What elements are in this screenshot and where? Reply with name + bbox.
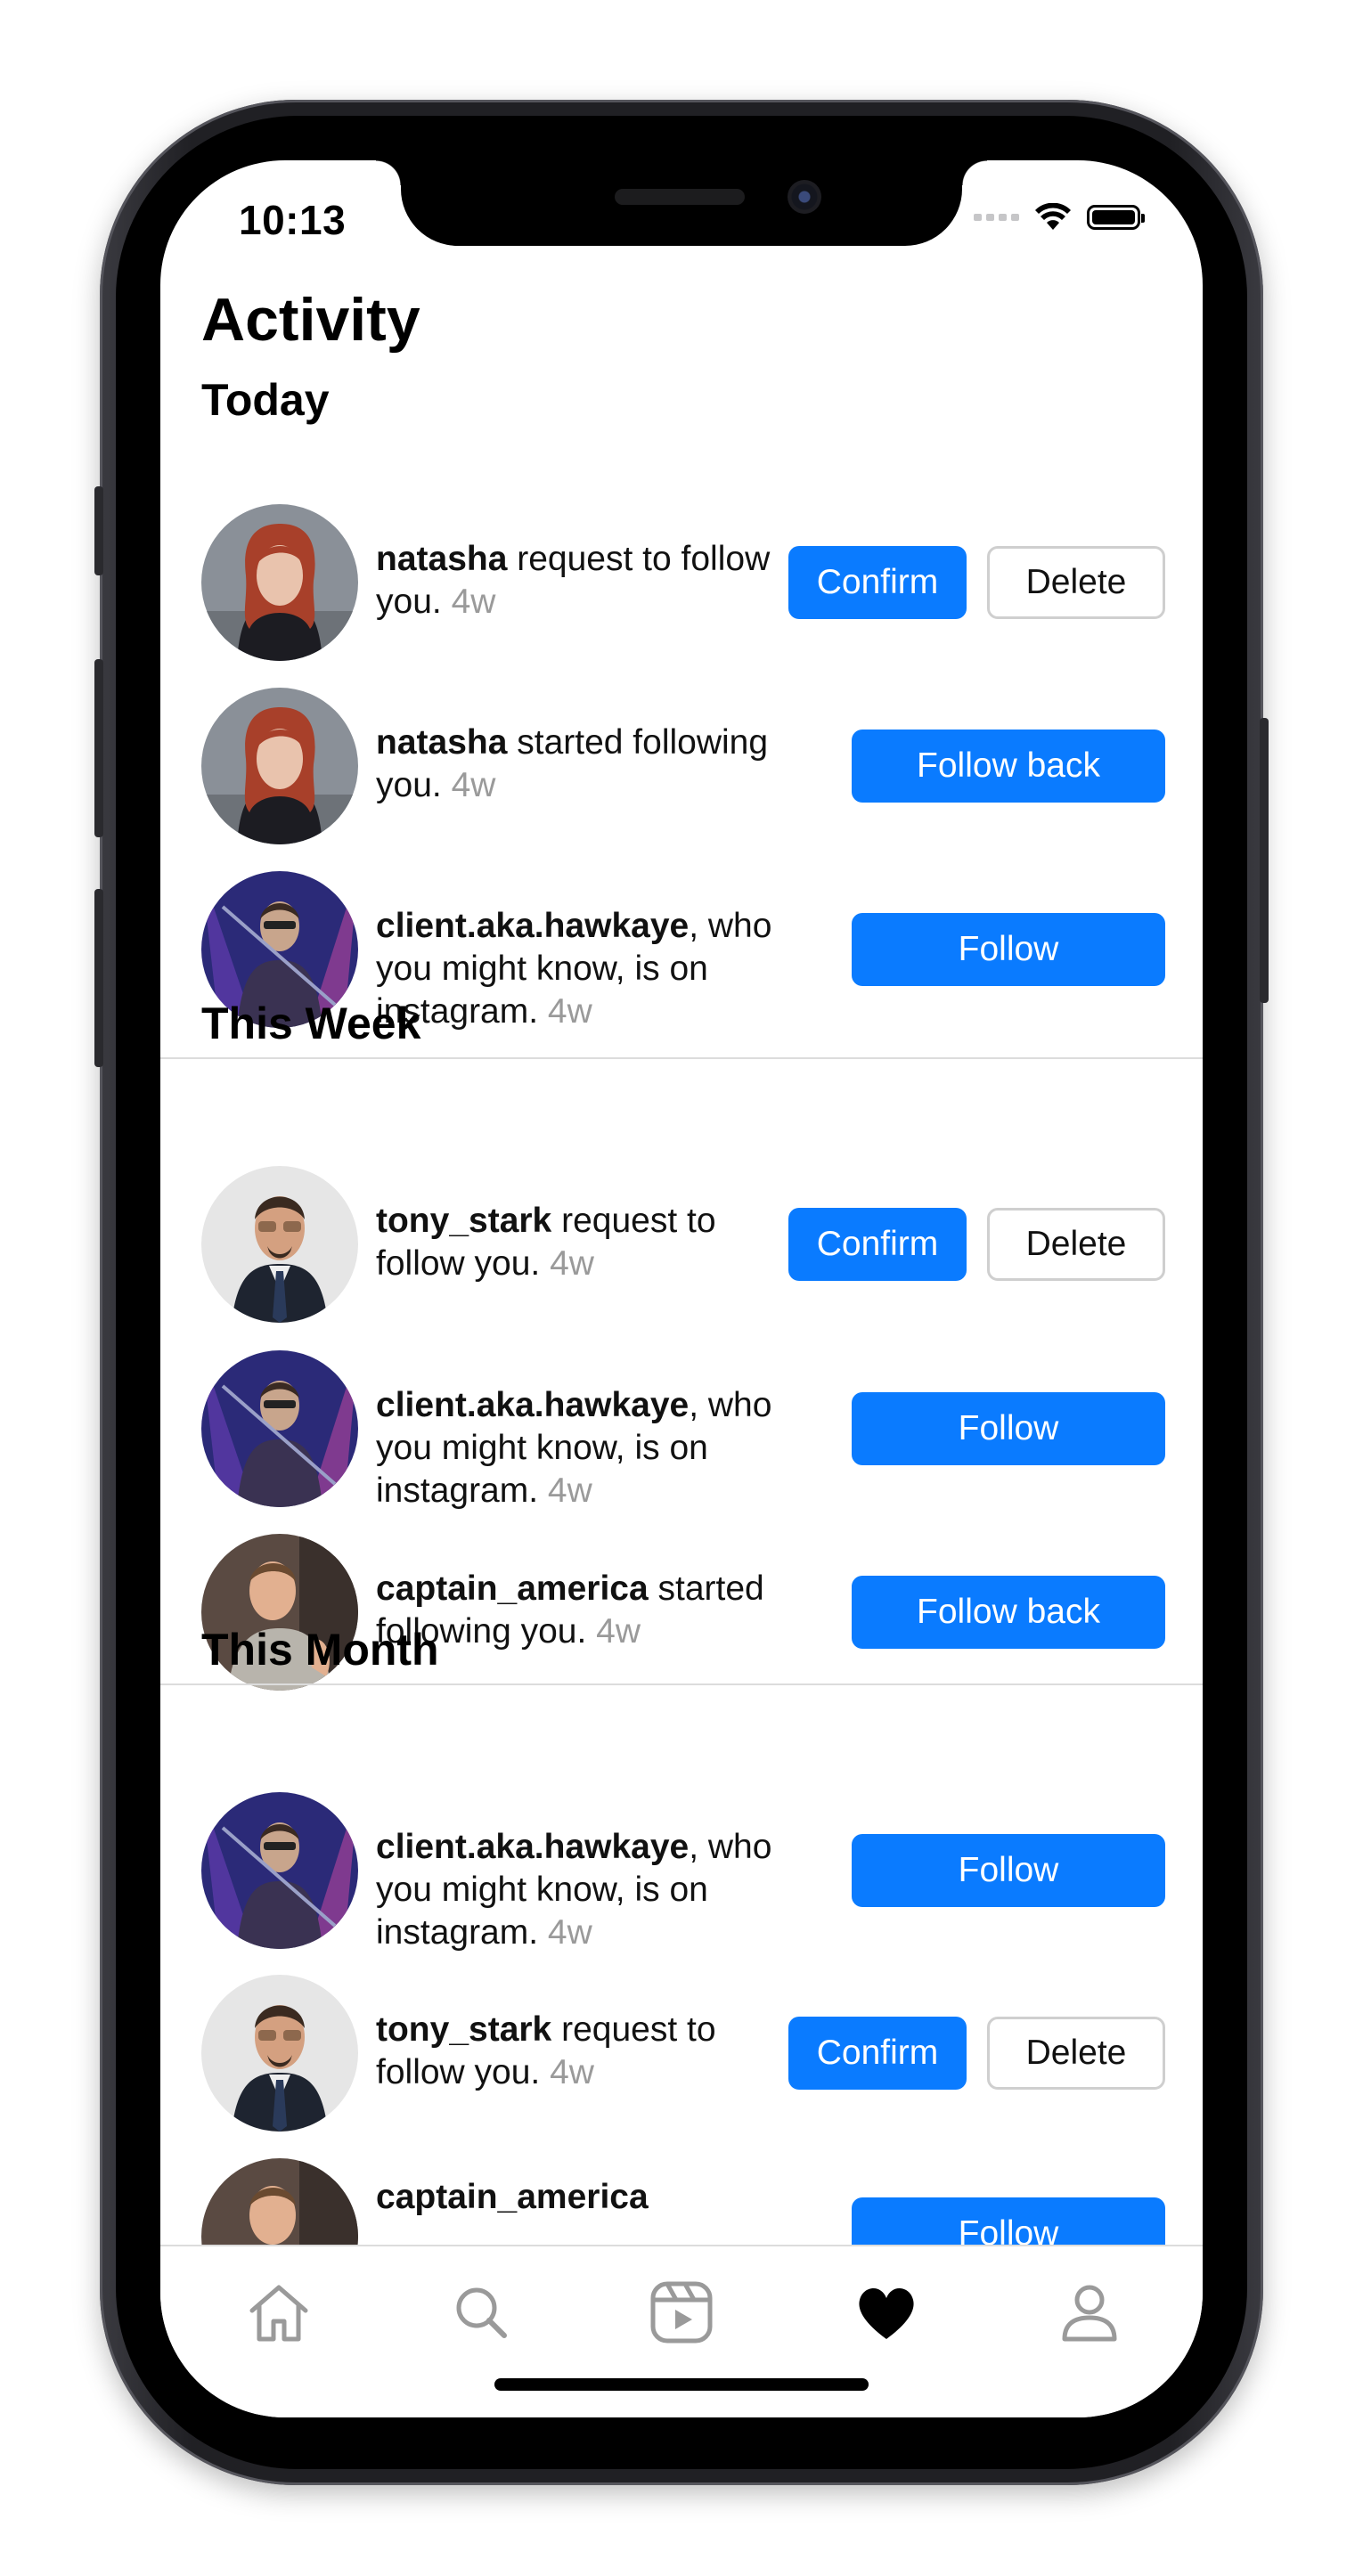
follow-button[interactable]: Follow — [852, 1834, 1165, 1907]
username[interactable]: natasha — [376, 723, 507, 762]
reels-icon — [650, 2281, 713, 2344]
username[interactable]: tony_stark — [376, 1202, 551, 1240]
battery-icon — [1087, 205, 1145, 230]
home-icon — [249, 2285, 308, 2342]
activity-row: natasha started following you. 4w Follow … — [160, 688, 1203, 844]
confirm-button[interactable]: Confirm — [788, 1208, 967, 1281]
delete-button[interactable]: Delete — [987, 1208, 1165, 1281]
tab-home[interactable] — [243, 2277, 314, 2348]
tab-profile[interactable] — [1054, 2277, 1125, 2348]
power-button — [1260, 718, 1269, 1003]
activity-time: 4w — [547, 992, 592, 1031]
section-divider — [160, 1057, 1203, 1059]
section-title: This Month — [201, 1625, 439, 1675]
volume-down-button — [94, 889, 103, 1067]
activity-time: 4w — [451, 766, 496, 804]
section-title: Today — [201, 375, 330, 425]
avatar[interactable] — [201, 1166, 358, 1323]
confirm-button[interactable]: Confirm — [788, 546, 967, 619]
wifi-icon — [1035, 203, 1071, 230]
status-time: 10:13 — [239, 197, 347, 243]
front-camera — [788, 180, 821, 214]
activity-time: 4w — [596, 1612, 641, 1651]
activity-text: client.aka.hawkaye, who you might know, … — [376, 905, 795, 1033]
follow-button[interactable]: Follow — [852, 1392, 1165, 1465]
activity-text: client.aka.hawkaye, who you might know, … — [376, 1826, 795, 1954]
username[interactable]: natasha — [376, 540, 507, 578]
activity-text: tony_stark request to follow you. 4w — [376, 2009, 795, 2094]
heart-icon — [859, 2287, 914, 2339]
follow-back-button[interactable]: Follow back — [852, 1576, 1165, 1649]
status-icons — [974, 200, 1145, 235]
follow-back-button[interactable]: Follow back — [852, 730, 1165, 803]
avatar[interactable] — [201, 1350, 358, 1507]
avatar[interactable] — [201, 504, 358, 661]
activity-text: captain_america — [376, 2176, 795, 2219]
activity-row: tony_stark request to follow you. 4w Conf… — [160, 1166, 1203, 1323]
tab-bar — [160, 2245, 1203, 2417]
activity-text: natasha started following you. 4w — [376, 721, 795, 807]
username[interactable]: client.aka.hawkaye — [376, 1386, 689, 1424]
signal-icon — [974, 214, 1019, 221]
username[interactable]: client.aka.hawkaye — [376, 907, 689, 945]
activity-row: natasha request to follow you. 4w Confirm… — [160, 504, 1203, 661]
activity-text: natasha request to follow you. 4w — [376, 538, 795, 624]
activity-time: 4w — [550, 1244, 594, 1283]
activity-time: 4w — [451, 583, 496, 621]
delete-button[interactable]: Delete — [987, 2017, 1165, 2090]
home-indicator[interactable] — [494, 2378, 869, 2391]
avatar[interactable] — [201, 1792, 358, 1949]
notch — [376, 160, 987, 246]
username[interactable]: captain_america — [376, 1569, 649, 1608]
tab-search[interactable] — [445, 2277, 517, 2348]
follow-button[interactable]: Follow — [852, 913, 1165, 986]
activity-time: 4w — [547, 1913, 592, 1952]
speaker — [615, 189, 745, 205]
username[interactable]: tony_stark — [376, 2010, 551, 2049]
activity-row: tony_stark request to follow you. 4w Conf… — [160, 1975, 1203, 2132]
avatar[interactable] — [201, 1975, 358, 2132]
confirm-button[interactable]: Confirm — [788, 2017, 967, 2090]
activity-text: client.aka.hawkaye, who you might know, … — [376, 1384, 795, 1512]
section-title: This Week — [201, 999, 421, 1048]
profile-icon — [1062, 2285, 1117, 2342]
search-icon — [456, 2287, 507, 2338]
activity-row: client.aka.hawkaye, who you might know, … — [160, 1792, 1203, 1952]
section-divider — [160, 1683, 1203, 1685]
delete-button[interactable]: Delete — [987, 546, 1165, 619]
tab-activity[interactable] — [851, 2277, 922, 2348]
avatar[interactable] — [201, 688, 358, 844]
activity-text: tony_stark request to follow you. 4w — [376, 1200, 795, 1285]
activity-row: client.aka.hawkaye, who you might know, … — [160, 1350, 1203, 1510]
activity-time: 4w — [550, 2053, 594, 2091]
username[interactable]: client.aka.hawkaye — [376, 1828, 689, 1866]
username[interactable]: captain_america — [376, 2178, 649, 2216]
page-title: Activity — [201, 286, 420, 354]
mute-switch — [94, 486, 103, 575]
activity-time: 4w — [547, 1471, 592, 1510]
tab-reels[interactable] — [646, 2277, 717, 2348]
screen: 10:13 Activity Today natasha request to f… — [160, 160, 1203, 2417]
volume-up-button — [94, 659, 103, 837]
